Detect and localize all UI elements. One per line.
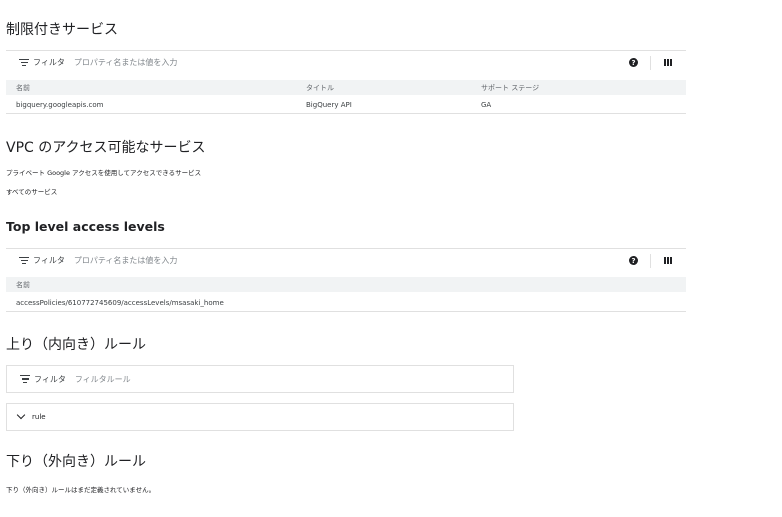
vpc-all-services-text: すべてのサービス (6, 188, 58, 196)
table-row: bigquery.googleapis.com BigQuery API GA (6, 96, 686, 114)
filter-icon (20, 375, 30, 383)
chevron-down-icon[interactable] (16, 410, 26, 420)
filter-label: フィルタ (33, 58, 65, 67)
cell-name: bigquery.googleapis.com (16, 100, 104, 109)
column-header-title[interactable]: タイトル (306, 80, 334, 95)
ingress-rules-title: 上り（内向き）ルール (6, 337, 146, 353)
vpc-private-access-text: プライベート Google アクセスを使用してアクセスできるサービス (6, 169, 202, 177)
cell-title: BigQuery API (306, 100, 352, 109)
egress-rules-title: 下り（外向き）ルール (6, 454, 146, 470)
access-levels-title: Top level access levels (6, 219, 165, 234)
restricted-table-header: 名前 タイトル サポート ステージ (6, 80, 686, 95)
column-display-icon[interactable] (664, 257, 672, 264)
table-row: accessPolicies/610772745609/accessLevels… (6, 294, 686, 312)
cell-support-stage: GA (481, 100, 492, 109)
filter-label: フィルタ (33, 256, 65, 265)
column-display-icon[interactable] (664, 59, 672, 66)
ingress-filter-bar[interactable]: フィルタ フィルタルール (6, 365, 514, 393)
cell-access-level-name: accessPolicies/610772745609/accessLevels… (16, 298, 224, 307)
rule-label: rule (32, 413, 46, 421)
help-icon[interactable]: ? (629, 58, 638, 67)
filter-input[interactable]: フィルタルール (75, 374, 131, 385)
access-levels-filter-bar[interactable]: フィルタ プロパティ名または値を入力 ? (6, 248, 686, 272)
filter-input[interactable]: プロパティ名または値を入力 (74, 57, 178, 68)
restricted-services-title: 制限付きサービス (6, 22, 118, 38)
ingress-rule-expander[interactable]: rule (6, 403, 514, 431)
column-header-name[interactable]: 名前 (16, 80, 30, 95)
help-icon[interactable]: ? (629, 256, 638, 265)
divider (650, 253, 651, 268)
divider (650, 55, 651, 70)
vpc-services-title: VPC のアクセス可能なサービス (6, 140, 206, 156)
filter-label: フィルタ (34, 374, 66, 384)
access-levels-table-header: 名前 (6, 277, 686, 292)
egress-empty-text: 下り（外向き）ルールはまだ定義されていません。 (6, 486, 156, 494)
restricted-filter-bar[interactable]: フィルタ プロパティ名または値を入力 ? (6, 50, 686, 74)
filter-icon (19, 256, 29, 265)
filter-input[interactable]: プロパティ名または値を入力 (74, 255, 178, 266)
column-header-support-stage[interactable]: サポート ステージ (481, 80, 539, 95)
filter-icon (19, 58, 29, 67)
column-header-name[interactable]: 名前 (16, 277, 30, 292)
